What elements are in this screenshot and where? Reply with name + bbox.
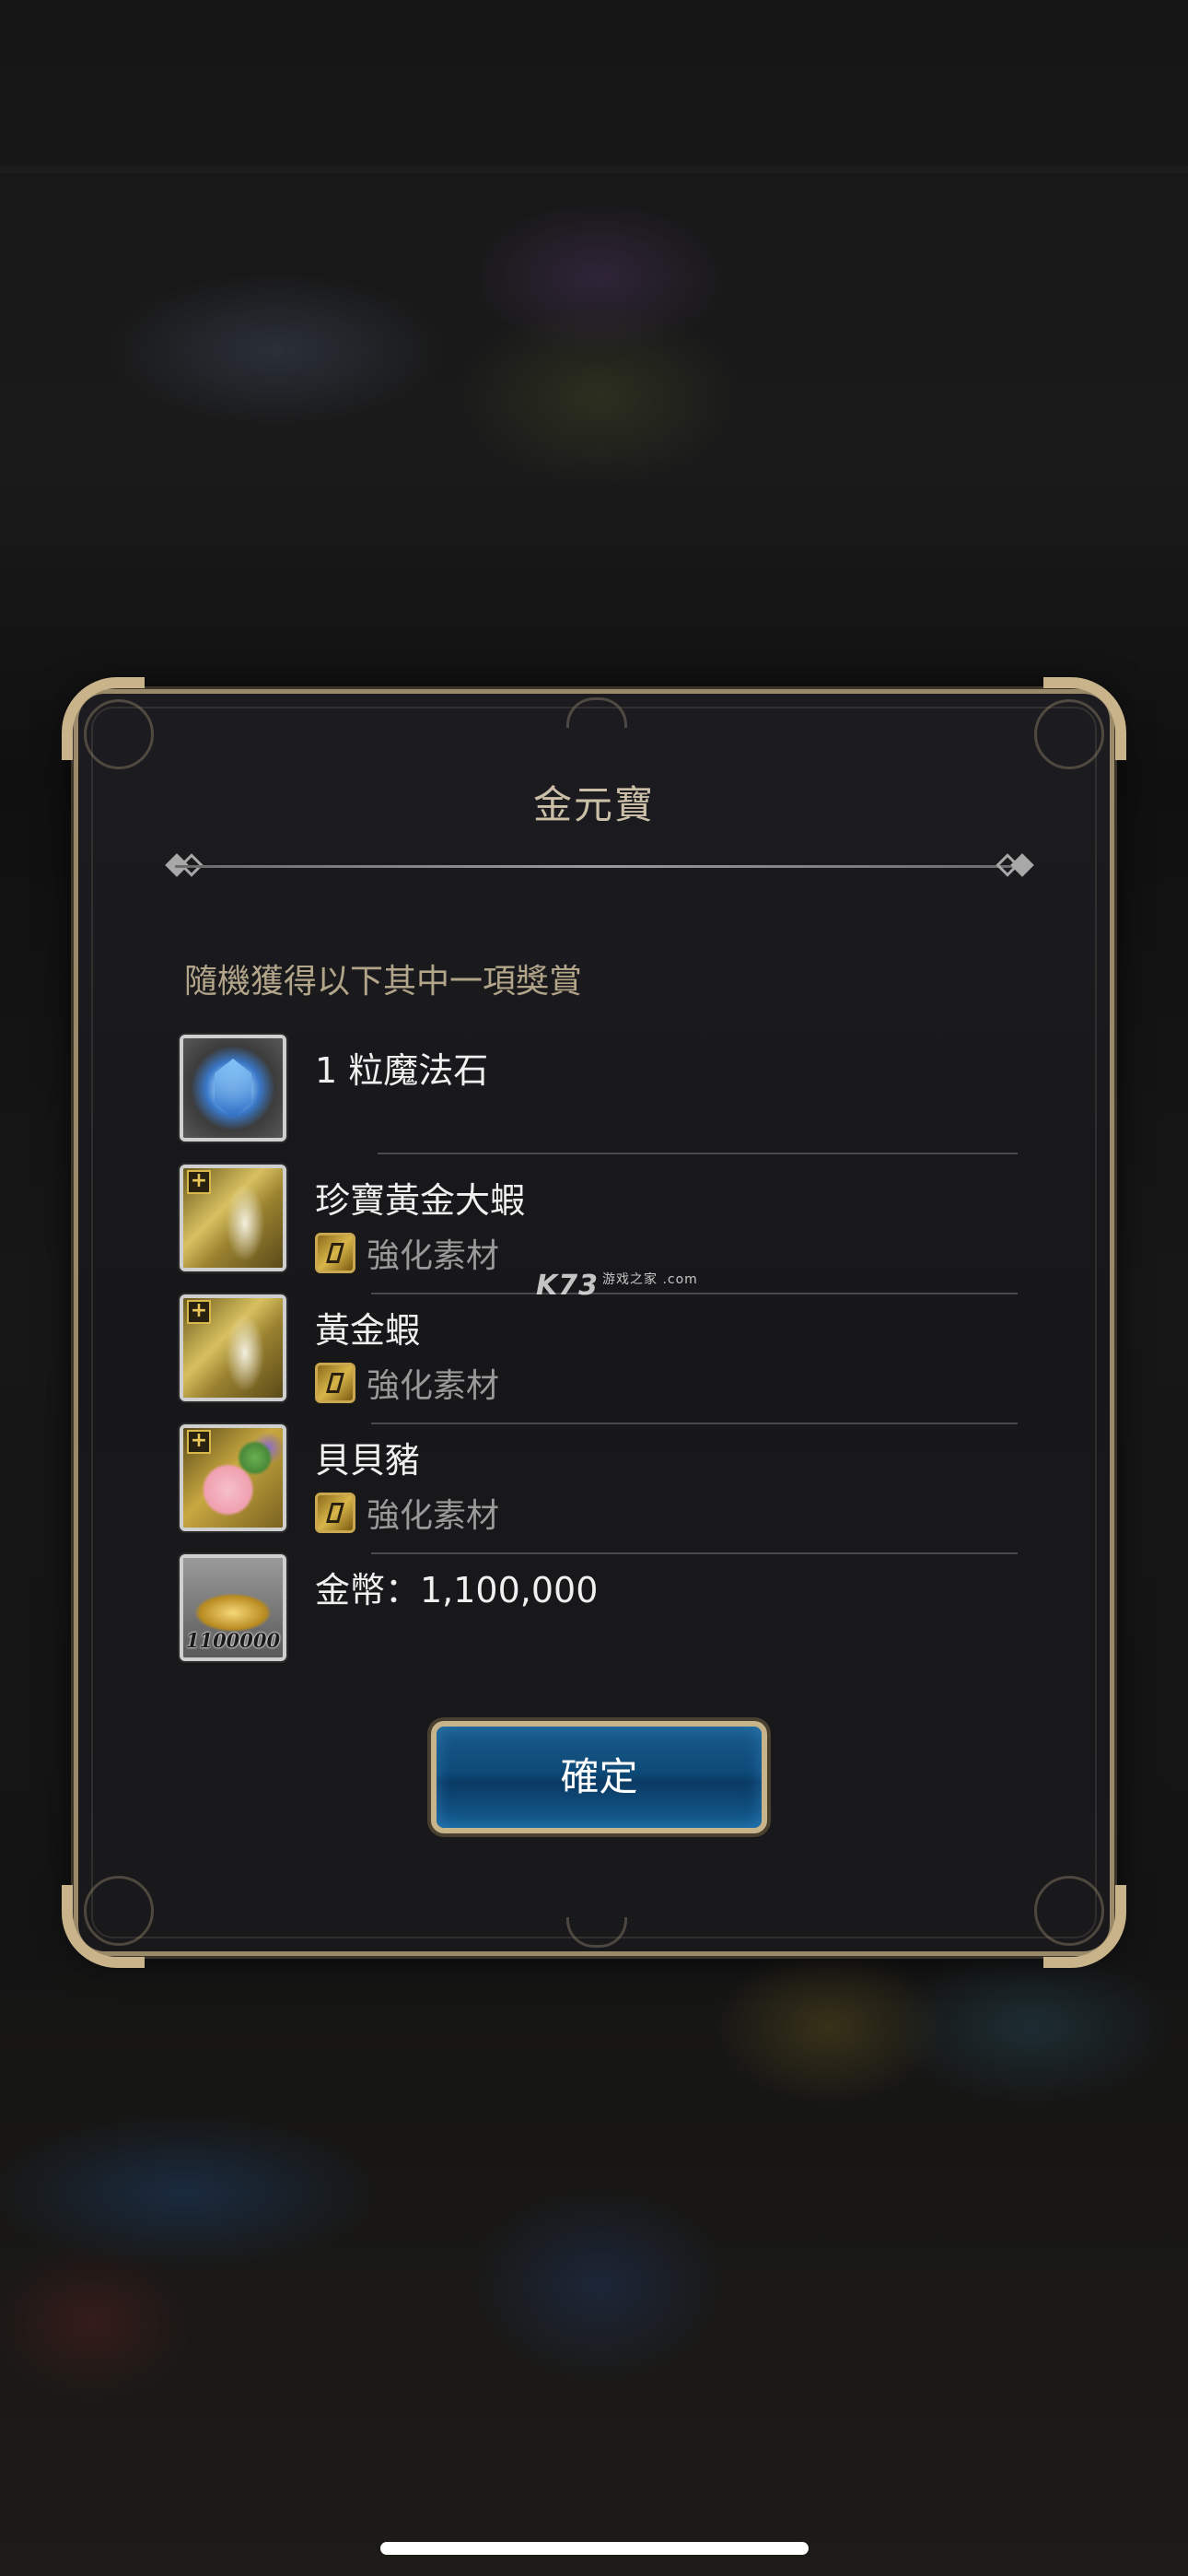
dialog-subtitle: 隨機獲得以下其中一項獎賞 bbox=[184, 963, 583, 1001]
piggy-card-icon: + bbox=[180, 1424, 286, 1531]
dialog-title: 金元寶 bbox=[532, 782, 655, 827]
reward-name: 金幣：1,100,000 bbox=[315, 1570, 599, 1610]
list-item[interactable]: 1100000 金幣：1,100,000 bbox=[180, 1554, 1018, 1684]
reward-tag: 強化素材 bbox=[315, 1229, 499, 1275]
list-item[interactable]: 1 粒魔法石 bbox=[180, 1035, 1018, 1165]
reward-dialog: 金元寶 隨機獲得以下其中一項獎賞 1 粒魔法石 + 珍寶黃金大蝦 強化素材 + … bbox=[62, 677, 1126, 1968]
plus-icon: + bbox=[187, 1430, 211, 1454]
coin-amount-badge: 1100000 bbox=[185, 1629, 281, 1652]
enhance-material-icon bbox=[315, 1363, 355, 1403]
top-ornament bbox=[566, 697, 627, 728]
gold-coins-icon: 1100000 bbox=[180, 1554, 286, 1661]
corner-ornament bbox=[84, 699, 154, 769]
home-indicator[interactable] bbox=[380, 2542, 809, 2555]
reward-name: 珍寶黃金大蝦 bbox=[315, 1180, 526, 1221]
watermark-brand: K73 bbox=[536, 1270, 599, 1302]
confirm-button[interactable]: 確定 bbox=[431, 1721, 767, 1833]
list-item[interactable]: + 貝貝豬 強化素材 bbox=[180, 1424, 1018, 1554]
reward-tag: 強化素材 bbox=[315, 1359, 499, 1405]
golden-shrimp-card-icon: + bbox=[180, 1165, 286, 1271]
reward-name: 黃金蝦 bbox=[315, 1310, 421, 1351]
corner-ornament bbox=[1034, 699, 1104, 769]
background-blur bbox=[0, 166, 1188, 173]
corner-ornament bbox=[1034, 1876, 1104, 1946]
list-item[interactable]: + 黃金蝦 強化素材 bbox=[180, 1294, 1018, 1424]
enhance-material-icon bbox=[315, 1233, 355, 1273]
corner-ornament bbox=[84, 1876, 154, 1946]
title-divider bbox=[175, 865, 1022, 868]
divider-diamond-icon bbox=[1010, 853, 1034, 877]
enhance-material-icon bbox=[315, 1493, 355, 1533]
bottom-ornament bbox=[566, 1917, 627, 1948]
game-screen: 金元寶 隨機獲得以下其中一項獎賞 1 粒魔法石 + 珍寶黃金大蝦 強化素材 + … bbox=[0, 0, 1188, 2576]
plus-icon: + bbox=[187, 1170, 211, 1194]
site-watermark: K73 游戏之家 .com bbox=[536, 1270, 698, 1302]
reward-tag-label: 強化素材 bbox=[367, 1237, 500, 1275]
gold-shrimp-card-icon: + bbox=[180, 1294, 286, 1401]
reward-name: 貝貝豬 bbox=[315, 1440, 421, 1481]
magic-stone-icon bbox=[180, 1035, 286, 1142]
plus-icon: + bbox=[187, 1300, 211, 1324]
row-divider bbox=[378, 1153, 1018, 1154]
reward-name: 1 粒魔法石 bbox=[315, 1050, 489, 1091]
reward-tag-label: 強化素材 bbox=[367, 1367, 500, 1405]
reward-tag-label: 強化素材 bbox=[367, 1497, 500, 1535]
reward-tag: 強化素材 bbox=[315, 1489, 499, 1535]
watermark-sub: 游戏之家 .com bbox=[602, 1272, 698, 1287]
reward-list: 1 粒魔法石 + 珍寶黃金大蝦 強化素材 + 黃金蝦 強化素材 + 貝貝豬 強化… bbox=[180, 1035, 1018, 1684]
